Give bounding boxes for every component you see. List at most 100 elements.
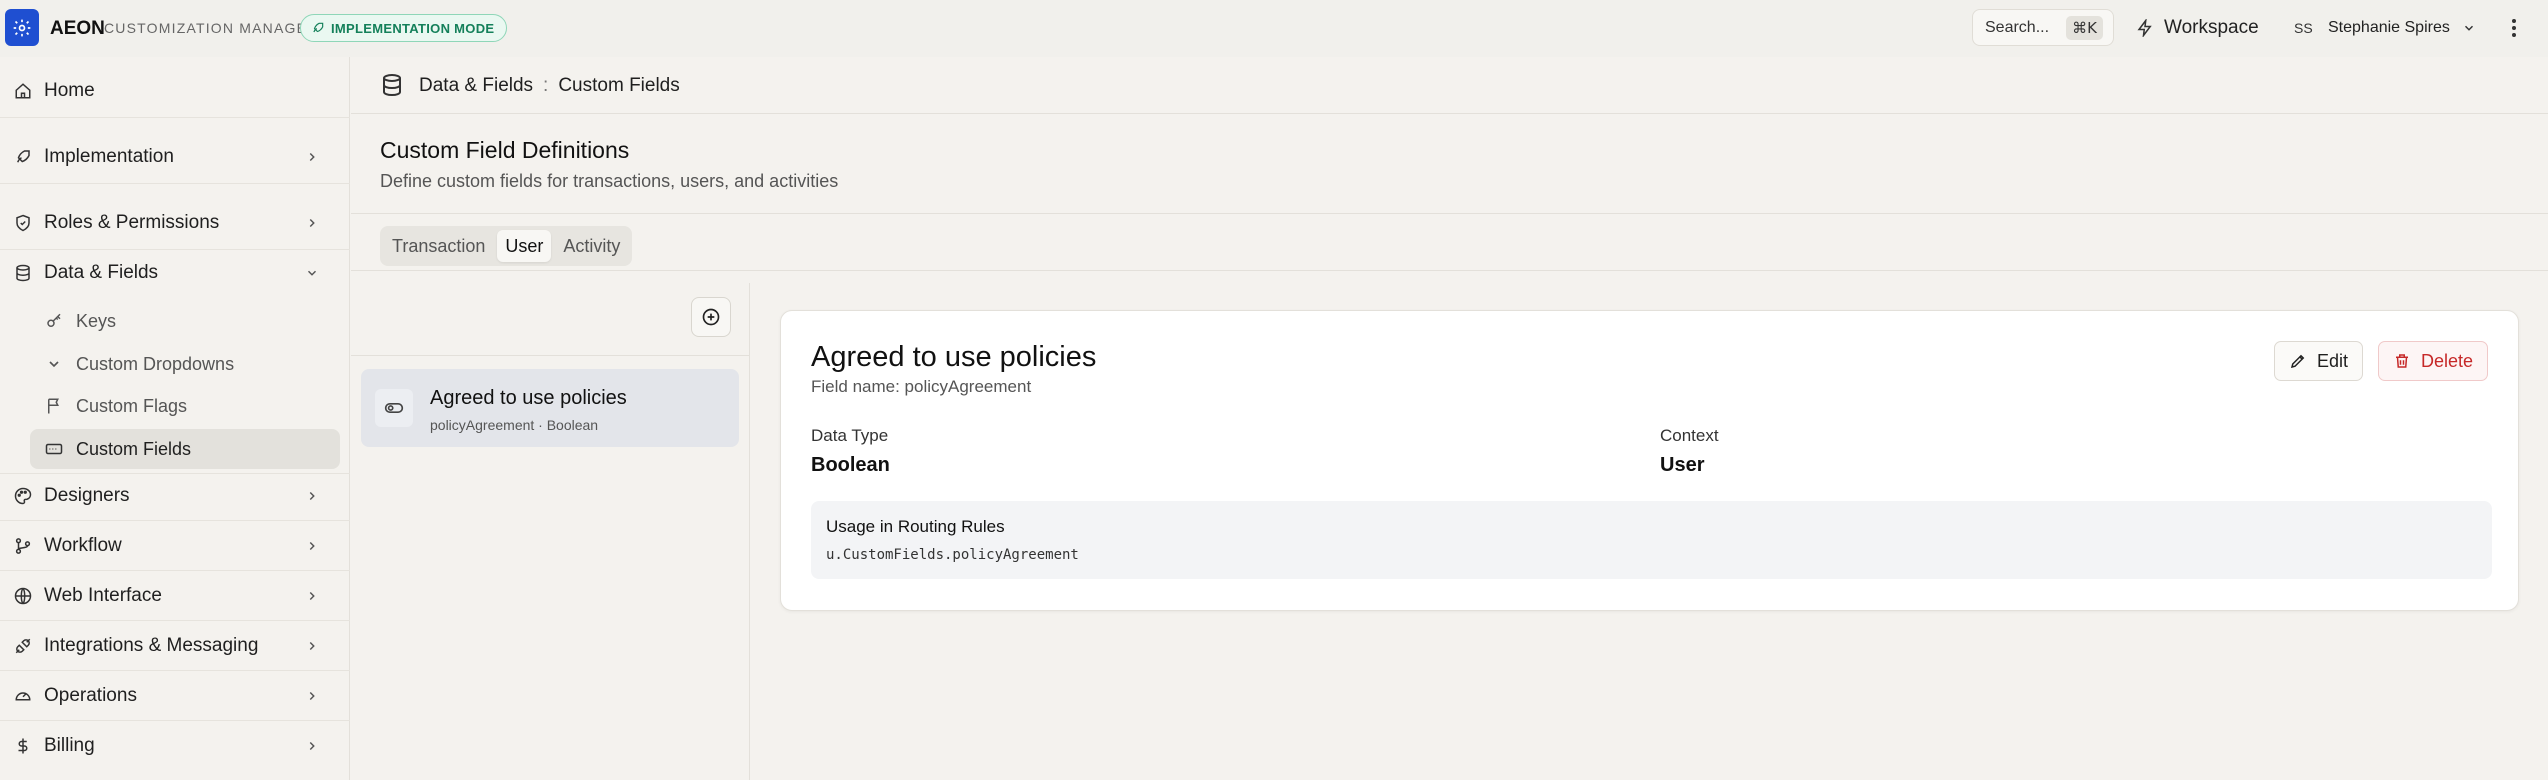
sidebar-item-data-fields[interactable]: Data & Fields (0, 253, 340, 293)
sidebar-item-integrations-messaging[interactable]: Integrations & Messaging (0, 626, 340, 666)
sidebar-item-label: Workflow (44, 535, 122, 556)
sidebar-subitem-custom-fields[interactable]: Custom Fields (30, 429, 340, 469)
chevron-down-icon (2464, 25, 2473, 31)
sidebar-subitem-label: Custom Fields (76, 438, 192, 459)
implementation-mode-badge: IMPLEMENTATION MODE (300, 14, 508, 42)
usage-title: Usage in Routing Rules (826, 517, 1005, 536)
key-icon (44, 311, 64, 331)
chevron-down-icon (44, 354, 64, 374)
divider (0, 473, 350, 474)
sidebar-item-home[interactable]: Home (0, 71, 340, 111)
avatar: SS (2294, 20, 2313, 36)
list-item-meta: policyAgreement · Boolean (430, 417, 599, 433)
tab-user[interactable]: User (497, 230, 552, 262)
dollar-icon (12, 735, 34, 757)
pencil-icon (2290, 354, 2305, 369)
lightning-icon (2137, 19, 2152, 37)
breadcrumb-bar: Data & Fields : Custom Fields (351, 57, 2548, 114)
globe-icon (12, 585, 34, 607)
tab-transaction[interactable]: Transaction (384, 230, 493, 262)
rocket-icon (313, 22, 324, 33)
top-bar: AEON CUSTOMIZATION MANAGER IMPLEMENTATIO… (0, 0, 2548, 57)
sidebar-item-designers[interactable]: Designers (0, 476, 340, 516)
sidebar-item-label: Designers (44, 485, 130, 506)
sidebar-subitem-label: Custom Flags (76, 395, 188, 416)
flag-icon (44, 396, 64, 416)
sidebar-subitem-label: Keys (76, 310, 117, 331)
plus-circle-icon (702, 308, 720, 326)
workspace-button[interactable]: Workspace (2136, 13, 2259, 43)
edit-button[interactable]: Edit (2274, 341, 2364, 381)
palette-icon (12, 485, 34, 507)
sidebar-subitem-keys[interactable]: Keys (30, 301, 340, 341)
page-header: Custom Field Definitions Define custom f… (351, 114, 2548, 214)
sidebar-item-label: Web Interface (44, 585, 162, 606)
search-button[interactable]: Search... ⌘K (1972, 9, 2114, 46)
breadcrumb-parent[interactable]: Data & Fields (419, 75, 533, 97)
gauge-icon (12, 685, 34, 707)
shield-icon (12, 212, 34, 234)
input-field-icon (44, 439, 64, 459)
breadcrumb-current: Custom Fields (558, 75, 680, 96)
more-options-icon[interactable] (2508, 14, 2520, 42)
data-type-value: Boolean (811, 454, 890, 476)
sidebar-item-billing[interactable]: Billing (0, 726, 340, 766)
home-icon (12, 80, 34, 102)
divider (0, 570, 350, 571)
sidebar-item-label: Data & Fields (44, 262, 159, 283)
mode-badge-label: IMPLEMENTATION MODE (331, 20, 495, 36)
toggle-icon (375, 389, 413, 427)
sidebar-item-label: Integrations & Messaging (44, 635, 259, 656)
field-name: Field name: policyAgreement (811, 377, 1032, 396)
sidebar-subitem-custom-flags[interactable]: Custom Flags (30, 386, 340, 426)
sidebar-item-implementation[interactable]: Implementation (0, 137, 340, 177)
app-logo[interactable] (5, 9, 39, 46)
divider (0, 620, 350, 621)
context-value: User (1660, 454, 1705, 476)
usage-code: u.CustomFields.policyAgreement (826, 547, 1079, 563)
sidebar-item-label: Home (44, 80, 95, 101)
delete-button[interactable]: Delete (2378, 341, 2489, 381)
sidebar-subitem-custom-dropdowns[interactable]: Custom Dropdowns (30, 344, 340, 384)
list-item[interactable]: Agreed to use policies policyAgreement ·… (361, 369, 739, 447)
user-name: Stephanie Spires (2328, 19, 2450, 36)
plug-icon (12, 635, 34, 657)
brand-subtitle: CUSTOMIZATION MANAGER (104, 20, 319, 36)
sidebar-item-label: Billing (44, 735, 95, 756)
sidebar-item-roles-permissions[interactable]: Roles & Permissions (0, 203, 340, 243)
sidebar: Home Implementation Roles & Permissions … (0, 57, 350, 780)
sidebar-item-label: Implementation (44, 146, 174, 167)
sidebar-item-web-interface[interactable]: Web Interface (0, 576, 340, 616)
sidebar-item-operations[interactable]: Operations (0, 676, 340, 716)
chevron-right-icon (304, 588, 320, 604)
edit-label: Edit (2317, 350, 2349, 371)
add-field-button[interactable] (691, 297, 731, 337)
database-icon (383, 74, 401, 97)
divider (0, 117, 350, 118)
trash-icon (2396, 354, 2408, 368)
database-icon (12, 262, 34, 284)
divider (0, 520, 350, 521)
chevron-right-icon (304, 638, 320, 654)
sidebar-item-workflow[interactable]: Workflow (0, 526, 340, 566)
search-label: Search... (1985, 18, 2050, 36)
chevron-right-icon (304, 488, 320, 504)
context-label: Context (1660, 426, 1719, 445)
chevron-down-icon (304, 265, 320, 281)
rocket-icon (12, 146, 34, 168)
field-title: Agreed to use policies (811, 341, 1097, 373)
divider (351, 355, 750, 356)
chevron-right-icon (304, 688, 320, 704)
tab-activity[interactable]: Activity (555, 230, 628, 262)
divider (0, 670, 350, 671)
chevron-right-icon (304, 538, 320, 554)
field-detail-card: Agreed to use policies Field name: polic… (780, 310, 2519, 611)
field-list-pane: Agreed to use policies policyAgreement ·… (351, 283, 750, 780)
sidebar-item-label: Operations (44, 685, 137, 706)
breadcrumb-separator: : (543, 75, 549, 96)
sidebar-item-label: Roles & Permissions (44, 212, 220, 233)
sidebar-subitem-label: Custom Dropdowns (76, 353, 235, 374)
chevron-right-icon (304, 738, 320, 754)
chevron-right-icon (304, 215, 320, 231)
user-menu[interactable]: SS Stephanie Spires (2294, 13, 2476, 43)
